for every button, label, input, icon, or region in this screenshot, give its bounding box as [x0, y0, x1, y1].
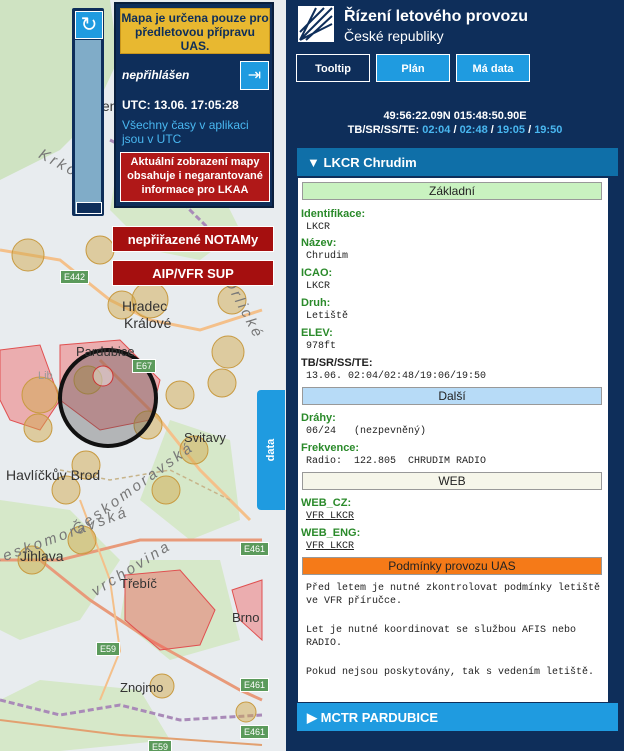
- data-tab[interactable]: data: [257, 390, 285, 510]
- value-identification: LKCR: [306, 222, 331, 233]
- subhead-basic: Základní: [302, 182, 602, 200]
- rlp-logo: [298, 6, 334, 42]
- tab-tooltip[interactable]: Tooltip: [296, 54, 370, 82]
- subhead-web: WEB: [302, 472, 602, 490]
- section-lkcr-header[interactable]: ▼ LKCR Chrudim: [296, 147, 619, 177]
- value-name: Chrudim: [306, 251, 349, 262]
- tab-plan[interactable]: Plán: [376, 54, 450, 82]
- login-icon[interactable]: ⇥: [240, 61, 269, 90]
- label-web-cz: WEB_CZ:: [301, 497, 352, 509]
- label-name: Název:: [301, 237, 337, 249]
- map-label-lib: Lib: [38, 370, 53, 382]
- label-elev: ELEV:: [301, 327, 333, 339]
- label-web-eng: WEB_ENG:: [301, 527, 361, 539]
- value-type: Letiště: [306, 311, 349, 322]
- brand-subtitle: České republiky: [344, 28, 444, 44]
- section-mctr-header[interactable]: ▶ MCTR PARDUBICE: [296, 702, 619, 732]
- label-runways: Dráhy:: [301, 412, 336, 424]
- road-e59-a: E59: [96, 642, 121, 656]
- label-type: Druh:: [301, 297, 331, 309]
- map-label-pardubice: Pardubice: [76, 344, 135, 359]
- subhead-other: Další: [302, 387, 602, 405]
- section-mctr-title: MCTR PARDUBICE: [320, 710, 439, 725]
- utc-clock: UTC: 13.06. 17:05:28: [122, 98, 239, 112]
- section-lkcr-content: Základní Identifikace: LKCR Název: Chrud…: [298, 178, 608, 702]
- uas-note-2: Let je nutné koordinovat se službou AFIS…: [306, 625, 577, 649]
- value-elev: 978ft: [306, 341, 337, 352]
- value-frequency: Radio: 122.805 CHRUDIM RADIO: [306, 456, 487, 467]
- info-panel: Mapa je určena pouze pro předletovou pří…: [114, 2, 274, 208]
- notam-button[interactable]: nepřiřazené NOTAMy: [112, 226, 274, 252]
- daylight-label: TB/SR/SS/TE:: [347, 124, 420, 136]
- time-sr: 02:48: [459, 124, 488, 136]
- zoom-track[interactable]: [75, 40, 101, 214]
- chevron-down-icon: ▼: [307, 155, 320, 170]
- label-identification: Identifikace:: [301, 208, 366, 220]
- map-label-havlickuv-brod: Havlíčkův Brod: [6, 467, 101, 483]
- value-runways: 06/24 (nezpevněný): [306, 426, 427, 437]
- zoom-slider[interactable]: ↻: [72, 8, 104, 216]
- subhead-uas-conditions: Podmínky provozu UAS: [302, 557, 602, 575]
- road-e442: E442: [60, 270, 90, 284]
- uas-note-3: Pokud nejsou poskytovány, tak s vedením …: [306, 667, 595, 678]
- road-e59-b: E59: [148, 740, 173, 751]
- link-web-cz[interactable]: VFR LKCR: [306, 511, 354, 522]
- uas-disclaimer: Mapa je určena pouze pro předletovou pří…: [120, 8, 270, 54]
- chevron-right-icon: ▶: [307, 710, 317, 725]
- link-web-eng[interactable]: VFR LKCR: [306, 541, 354, 552]
- aip-vfr-sup-button[interactable]: AIP/VFR SUP: [112, 260, 274, 286]
- cursor-coordinates: 49:56:22.09N 015:48:50.90E: [383, 110, 527, 122]
- map-label-hradec: Hradec: [122, 298, 168, 314]
- data-tab-label: data: [265, 438, 277, 462]
- value-icao: LKCR: [306, 281, 331, 292]
- time-te: 19:50: [534, 124, 563, 136]
- tab-ma-data[interactable]: Má data: [456, 54, 530, 82]
- uas-note-1: Před letem je nutné zkontrolovat podmínk…: [306, 583, 601, 607]
- time-tb: 02:04: [422, 124, 451, 136]
- road-e461-a: E461: [240, 542, 270, 556]
- utc-note: Všechny časy v aplikaci jsou v UTC: [122, 118, 249, 146]
- road-e461-c: E461: [240, 725, 270, 739]
- brand-title: Řízení letového provozu: [344, 8, 529, 25]
- map-label-znojmo: Znojmo: [120, 680, 164, 695]
- login-status: nepřihlášen: [122, 68, 190, 82]
- lkaa-warning: Aktuální zobrazení mapy obsahuje i negar…: [120, 152, 270, 202]
- section-lkcr-title: LKCR Chrudim: [323, 155, 417, 170]
- map-label-kralove: Králové: [124, 315, 172, 331]
- value-daylight: 13.06. 02:04/02:48/19:06/19:50: [306, 371, 487, 382]
- label-frequency: Frekvence:: [301, 442, 360, 454]
- label-icao: ICAO:: [301, 267, 333, 279]
- reset-view-icon[interactable]: ↻: [75, 11, 103, 39]
- road-e461-b: E461: [240, 678, 270, 692]
- detail-panel: Řízení letového provozu České republiky …: [286, 0, 624, 751]
- daylight-times: TB/SR/SS/TE: 02:04 / 02:48 / 19:05 / 19:…: [347, 124, 563, 136]
- map-label-brno: Brno: [232, 610, 260, 625]
- road-e67: E67: [132, 359, 157, 373]
- zoom-handle[interactable]: [76, 202, 102, 214]
- label-daylight: TB/SR/SS/TE:: [301, 357, 373, 369]
- time-ss: 19:05: [496, 124, 526, 136]
